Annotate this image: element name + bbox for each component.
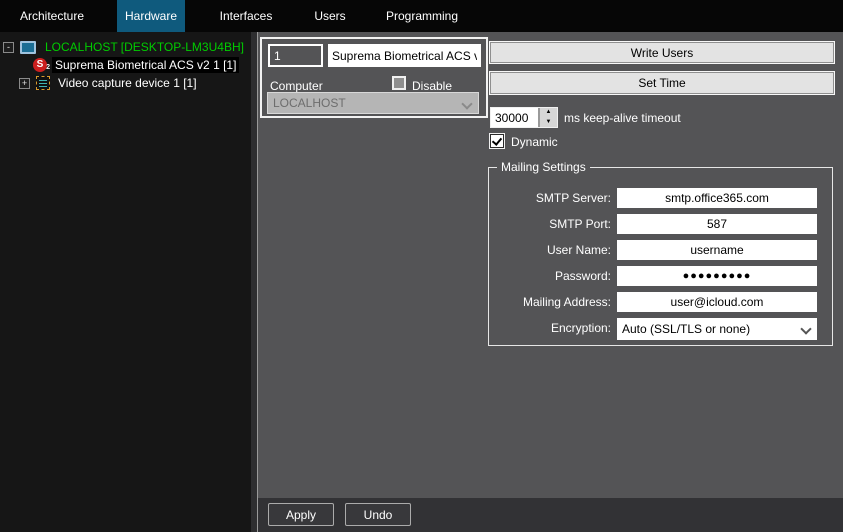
computer-icon — [20, 41, 36, 54]
smtp-server-label: SMTP Server: — [489, 191, 611, 205]
tree-label-suprema-device: Suprema Biometrical ACS v2 1 [1] — [52, 57, 239, 73]
collapse-icon[interactable]: - — [3, 42, 14, 53]
mailing-settings-title: Mailing Settings — [497, 160, 590, 174]
encryption-label: Encryption: — [489, 321, 611, 335]
disable-checkbox[interactable] — [392, 76, 406, 90]
tab-architecture[interactable]: Architecture — [10, 0, 94, 32]
tab-hardware[interactable]: Hardware — [117, 0, 185, 32]
disable-label: Disable — [412, 79, 452, 93]
tab-programming[interactable]: Programming — [382, 0, 462, 32]
user-name-label: User Name: — [489, 243, 611, 257]
smtp-port-row: SMTP Port: — [489, 214, 832, 234]
suprema-icon-subscript: 2 — [46, 61, 50, 75]
device-name-input[interactable] — [328, 44, 481, 67]
chevron-down-icon — [802, 325, 810, 333]
tree-row-suprema-device[interactable]: S2 Suprema Biometrical ACS v2 1 [1] — [0, 56, 251, 74]
undo-button[interactable]: Undo — [345, 503, 411, 526]
mailing-address-label: Mailing Address: — [489, 295, 611, 309]
spinner-down-icon[interactable]: ▼ — [540, 118, 557, 128]
smtp-server-row: SMTP Server: — [489, 188, 832, 208]
encryption-select[interactable]: Auto (SSL/TLS or none) — [617, 318, 817, 340]
tree-row-localhost[interactable]: - LOCALHOST [DESKTOP-LM3U4BH] — [0, 38, 251, 56]
mailing-address-input[interactable] — [617, 292, 817, 312]
tree-label-video-device: Video capture device 1 [1] — [55, 75, 200, 91]
spinner-up-icon[interactable]: ▲ — [540, 108, 557, 118]
write-users-button[interactable]: Write Users — [490, 42, 834, 63]
computer-select[interactable]: LOCALHOST — [267, 92, 479, 114]
device-id-input[interactable] — [268, 44, 323, 67]
apply-button[interactable]: Apply — [268, 503, 334, 526]
hardware-tree: - LOCALHOST [DESKTOP-LM3U4BH] S2 Suprema… — [0, 32, 251, 532]
password-label: Password: — [489, 269, 611, 283]
mailing-settings-group: Mailing Settings SMTP Server: SMTP Port:… — [488, 167, 833, 346]
video-device-icon — [36, 76, 50, 90]
smtp-server-input[interactable] — [617, 188, 817, 208]
user-name-row: User Name: — [489, 240, 832, 260]
dynamic-checkbox[interactable] — [490, 134, 504, 148]
user-name-input[interactable] — [617, 240, 817, 260]
chevron-down-icon — [463, 100, 471, 108]
keep-alive-spinner: ▲ ▼ — [490, 107, 558, 128]
tab-bar: Architecture Hardware Interfaces Users P… — [0, 0, 843, 32]
password-row: Password: — [489, 266, 832, 286]
suprema-device-icon: S2 — [33, 58, 47, 72]
tab-users[interactable]: Users — [302, 0, 358, 32]
mailing-address-row: Mailing Address: — [489, 292, 832, 312]
keep-alive-input[interactable] — [491, 108, 538, 127]
tab-interfaces[interactable]: Interfaces — [208, 0, 284, 32]
tree-row-video-device[interactable]: + Video capture device 1 [1] — [0, 74, 251, 92]
set-time-button[interactable]: Set Time — [490, 72, 834, 94]
device-settings-panel: Computer Disable LOCALHOST Write Users S… — [257, 32, 843, 532]
dynamic-label: Dynamic — [511, 135, 558, 149]
smtp-port-label: SMTP Port: — [489, 217, 611, 231]
device-identity-box: Computer Disable LOCALHOST — [260, 37, 488, 118]
encryption-row: Encryption: Auto (SSL/TLS or none) — [489, 318, 832, 338]
computer-label: Computer — [270, 79, 323, 93]
footer-bar: Apply Undo — [258, 498, 843, 532]
keep-alive-label: ms keep-alive timeout — [564, 111, 681, 125]
smtp-port-input[interactable] — [617, 214, 817, 234]
app-window: Architecture Hardware Interfaces Users P… — [0, 0, 843, 532]
expand-icon[interactable]: + — [19, 78, 30, 89]
tree-label-localhost: LOCALHOST [DESKTOP-LM3U4BH] — [42, 39, 247, 55]
password-input[interactable] — [617, 266, 817, 286]
